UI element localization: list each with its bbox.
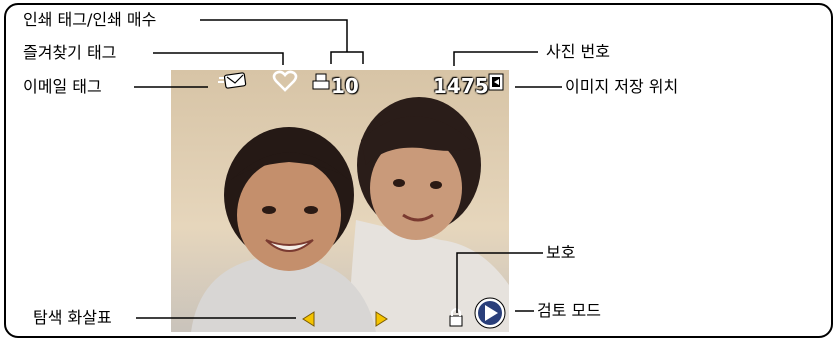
label-scroll-arrows: 탐색 화살표	[33, 308, 112, 327]
label-email-tag: 이메일 태그	[23, 77, 102, 96]
label-favorite-tag: 즐겨찾기 태그	[23, 43, 117, 62]
label-review-mode: 검토 모드	[537, 301, 601, 320]
label-picture-number: 사진 번호	[546, 42, 610, 61]
label-protect: 보호	[546, 243, 576, 262]
label-print-tag: 인쇄 태그/인쇄 매수	[23, 10, 157, 29]
callout-lines	[134, 19, 562, 319]
label-image-storage: 이미지 저장 위치	[565, 77, 679, 96]
